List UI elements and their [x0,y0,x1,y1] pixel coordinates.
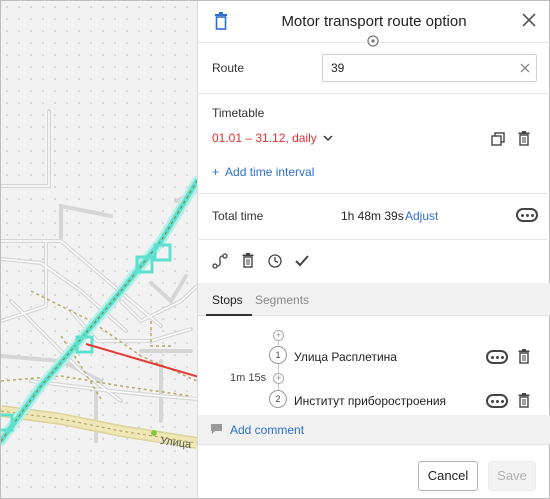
panel-title: Motor transport route option [281,13,467,30]
map-point [151,430,157,436]
plus-icon: + [212,165,220,179]
panel-header: Motor transport route option [198,1,550,48]
route-option-panel: Motor transport route option Route Timet… [197,1,550,498]
tab-stops[interactable]: Stops [212,293,243,307]
divider [198,239,550,240]
save-button[interactable]: Save [488,461,536,491]
trash-icon[interactable] [518,131,530,149]
add-stop-icon[interactable]: + [273,373,284,384]
stop-name[interactable]: Улица Расплетина [294,350,397,364]
route-row: Route [198,44,550,92]
active-tab-indicator [206,314,252,316]
clear-icon[interactable] [520,62,530,76]
more-dots-icon[interactable] [486,350,508,364]
check-icon[interactable] [295,255,309,270]
stop-number: 2 [269,390,287,408]
clock-icon[interactable] [268,254,282,271]
map-area[interactable]: Улица [1,1,197,498]
add-time-interval-link[interactable]: + Add time interval [212,165,314,179]
trash-icon[interactable] [518,393,530,411]
total-time-label: Total time [212,209,264,223]
trash-icon[interactable] [518,349,530,367]
route-label: Route [212,61,245,75]
divider [198,93,550,94]
more-dots-icon[interactable] [486,394,508,408]
tab-segments[interactable]: Segments [255,293,309,307]
add-time-interval-label: Add time interval [225,165,315,179]
segment-time[interactable]: 1m 15s [230,372,266,384]
comment-icon [210,423,223,438]
total-time-value: 1h 48m 39s [341,209,404,223]
copy-icon[interactable] [491,132,505,149]
chevron-down-icon [323,134,333,141]
panel-footer: Cancel Save [198,444,550,498]
cancel-button[interactable]: Cancel [418,461,478,491]
add-comment-bar[interactable]: Add comment [198,415,550,444]
stop-number: 1 [269,346,287,364]
timetable-dropdown[interactable]: 01.01 – 31.12, daily [212,131,333,145]
close-icon[interactable] [522,13,536,30]
trash-icon[interactable] [242,253,254,271]
reroute-icon[interactable] [212,253,228,272]
more-dots-icon[interactable] [516,208,538,222]
map-roads [1,109,197,449]
divider [198,193,550,194]
timetable-period: 01.01 – 31.12, daily [212,131,317,145]
adjust-link[interactable]: Adjust [405,209,438,223]
timetable-label: Timetable [212,106,265,120]
add-comment-link[interactable]: Add comment [230,423,304,437]
route-input[interactable] [322,54,537,82]
tabs-bar: Stops Segments [198,283,550,316]
stop-name[interactable]: Институт приборостроения [294,394,446,408]
add-stop-icon[interactable]: + [273,330,284,341]
